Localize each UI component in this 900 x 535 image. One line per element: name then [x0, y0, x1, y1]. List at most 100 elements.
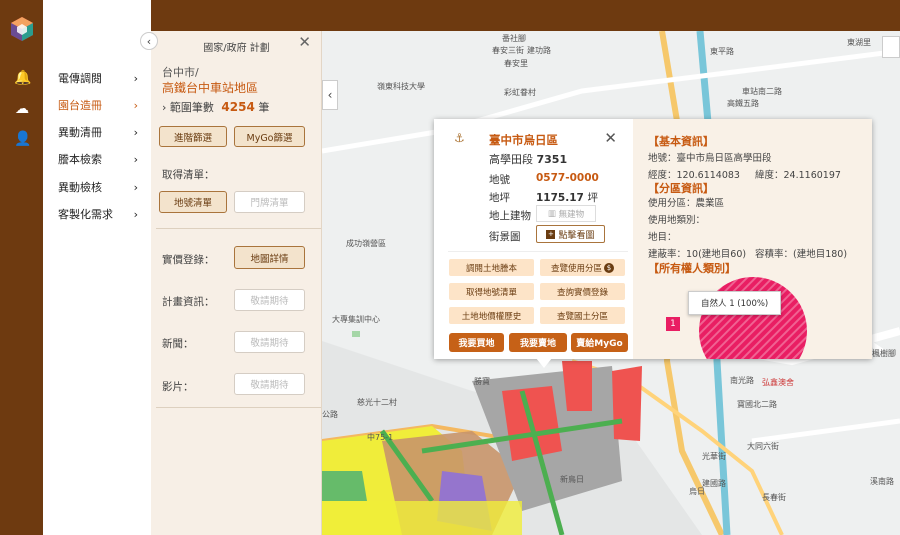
- side-menu: 電傳調閱 › 園台造冊 › 異動清冊 › 謄本檢索 › 異動檢核 › 客製化需求 ›: [43, 0, 151, 535]
- area-unit: 坪: [587, 192, 598, 204]
- news-label: 新聞：: [162, 338, 194, 350]
- zoning-button[interactable]: 查覽使用分區 $: [540, 259, 625, 276]
- map-label: 南光路: [730, 376, 754, 385]
- land-transcript-button[interactable]: 調閱土地謄本: [449, 259, 534, 276]
- menu-label: 客製化需求: [58, 208, 113, 221]
- parcel-info: 【基本資訊】 地號：臺中市烏日區高學田段 經度：120.6114083 緯度：2…: [633, 119, 872, 359]
- menu-item-transmission[interactable]: 電傳調閱 ›: [58, 68, 138, 88]
- lot-label: 地號: [489, 174, 510, 186]
- chevron-right-icon: ›: [133, 180, 138, 194]
- price-query-button[interactable]: 查詢實價登錄: [540, 283, 625, 300]
- lng-line: 經度：120.6114083: [648, 170, 740, 181]
- price-label: 實價登錄：: [162, 254, 215, 266]
- sell-to-mygo-button[interactable]: 賣給MyGo: [571, 333, 628, 352]
- list-label: 取得清單：: [162, 169, 215, 181]
- close-icon[interactable]: ✕: [298, 33, 311, 51]
- pie-tooltip: 自然人 1 (100%): [688, 291, 782, 315]
- panel-title: 國家/政府 計劃: [203, 43, 270, 54]
- zone-header: 【分區資訊】: [648, 182, 714, 195]
- popup-pointer: [536, 358, 552, 368]
- map-label: 東平路: [710, 47, 734, 56]
- app-logo[interactable]: [9, 16, 35, 42]
- count-label: 範圍筆數: [169, 101, 214, 114]
- menu-item-registry[interactable]: 園台造冊 ›: [58, 95, 138, 115]
- zone-line: 使用分區：農業區: [648, 198, 725, 209]
- caret-icon: ›: [162, 101, 167, 114]
- map-label: 春安里: [504, 59, 528, 68]
- chevron-right-icon: ›: [133, 71, 138, 85]
- street-label: 街景圖: [489, 231, 521, 243]
- cloud-upload-icon[interactable]: ☁: [14, 101, 30, 117]
- map-label: 溪南路: [870, 477, 894, 486]
- map-label: 慈光十二村: [357, 398, 397, 407]
- owner-pie-chart: [699, 277, 807, 359]
- sell-land-button[interactable]: 我要賣地: [509, 333, 567, 352]
- chevron-right-icon: ›: [133, 152, 138, 166]
- map-label: 新鳥日: [560, 475, 584, 484]
- popup-section: 高學田段 7351: [489, 151, 567, 167]
- menu-label: 異動清冊: [58, 126, 102, 139]
- menu-item-custom[interactable]: 客製化需求 ›: [58, 204, 138, 224]
- collapse-panel-button[interactable]: ‹: [140, 32, 158, 50]
- coverage-line: 建蔽率：10(建地目60): [648, 249, 747, 260]
- parcel-list-action-button[interactable]: 取得地號清單: [449, 283, 534, 300]
- menu-label: 謄本檢索: [58, 153, 102, 166]
- buy-land-button[interactable]: 我要買地: [449, 333, 504, 352]
- map-label: 春安三街: [492, 46, 524, 55]
- building-label: 地上建物: [489, 210, 531, 222]
- map-label: 大同六街: [747, 442, 779, 451]
- street-btn-label: 點擊看圖: [558, 230, 595, 241]
- advanced-filter-button[interactable]: 進階篩選: [159, 126, 227, 147]
- menu-item-transcript-search[interactable]: 謄本檢索 ›: [58, 149, 138, 169]
- anchor-icon: ⚓: [454, 131, 465, 145]
- map-label: 長春街: [762, 493, 786, 502]
- basic-header: 【基本資訊】: [648, 135, 714, 148]
- street-view-button[interactable]: + 點擊看圖: [536, 225, 605, 243]
- national-zoning-button[interactable]: 查覽國土分區: [540, 307, 625, 324]
- mygo-filter-button[interactable]: MyGo篩選: [234, 126, 305, 147]
- map-label: 高鐵五路: [727, 99, 759, 108]
- price-history-button[interactable]: 土地地價權歷史: [449, 307, 534, 324]
- panel-city: 台中市/: [162, 66, 199, 79]
- map-panel-toggle[interactable]: ‹: [322, 80, 338, 110]
- parcel-list-button[interactable]: 地號清單: [159, 191, 227, 213]
- map-label: 東湖里: [847, 38, 871, 47]
- left-rail: 🔔 ☁ 👤: [0, 0, 43, 535]
- area-number: 1175.17: [536, 192, 584, 204]
- menu-item-changes[interactable]: 異動清冊 ›: [58, 122, 138, 142]
- area-value: 1175.17 坪: [536, 190, 598, 205]
- popup-district: 臺中市烏日區: [489, 133, 558, 147]
- menu-item-change-check[interactable]: 異動檢核 ›: [58, 177, 138, 197]
- map-label: 彩虹眷村: [504, 88, 536, 97]
- map-label: 弘鑫澳舍: [762, 378, 794, 387]
- section-no: 7351: [536, 153, 568, 166]
- land-item-line: 地目：: [648, 232, 677, 243]
- map-label: 建功路: [527, 46, 551, 55]
- zoning-label: 查覽使用分區: [550, 263, 602, 274]
- map-label: 光華街: [702, 452, 726, 461]
- map-detail-button[interactable]: 地圖詳情: [234, 246, 305, 269]
- chevron-left-icon: ‹: [327, 88, 333, 102]
- plan-coming-button: 敬請期待: [234, 289, 305, 311]
- plus-icon: +: [546, 229, 556, 239]
- lat-line: 緯度：24.1160197: [755, 170, 841, 181]
- fullscreen-button[interactable]: [882, 36, 900, 58]
- map-label: 嶺東科技大學: [377, 82, 425, 91]
- close-icon[interactable]: ✕: [604, 129, 617, 147]
- user-icon[interactable]: 👤: [14, 131, 31, 147]
- area-label: 地坪: [489, 192, 510, 204]
- panel-count: › 範圍筆數 4254 筆: [162, 99, 269, 115]
- land-cat-line: 使用地類別：: [648, 215, 706, 226]
- plan-panel: 國家/政府 計劃 ✕ 台中市/ 高鐵台中車站地區 › 範圍筆數 4254 筆 進…: [151, 31, 322, 535]
- map-label: 大專集訓中心: [332, 315, 380, 324]
- parcel-summary: ⚓ 臺中市烏日區 ✕ 高學田段 7351 地號 0577-0000 地坪 117…: [434, 119, 633, 359]
- video-coming-button: 敬請期待: [234, 373, 305, 395]
- chevron-right-icon: ›: [133, 125, 138, 139]
- map-label: 成功嶺營區: [346, 239, 386, 248]
- lot-value: 0577-0000: [536, 172, 599, 184]
- dollar-icon: $: [604, 262, 614, 273]
- bell-icon[interactable]: 🔔: [14, 70, 31, 86]
- plan-label: 計畫資訊：: [162, 296, 215, 308]
- address-line: 地號：臺中市烏日區高學田段: [648, 153, 772, 164]
- door-list-button[interactable]: 門牌清單: [234, 191, 305, 213]
